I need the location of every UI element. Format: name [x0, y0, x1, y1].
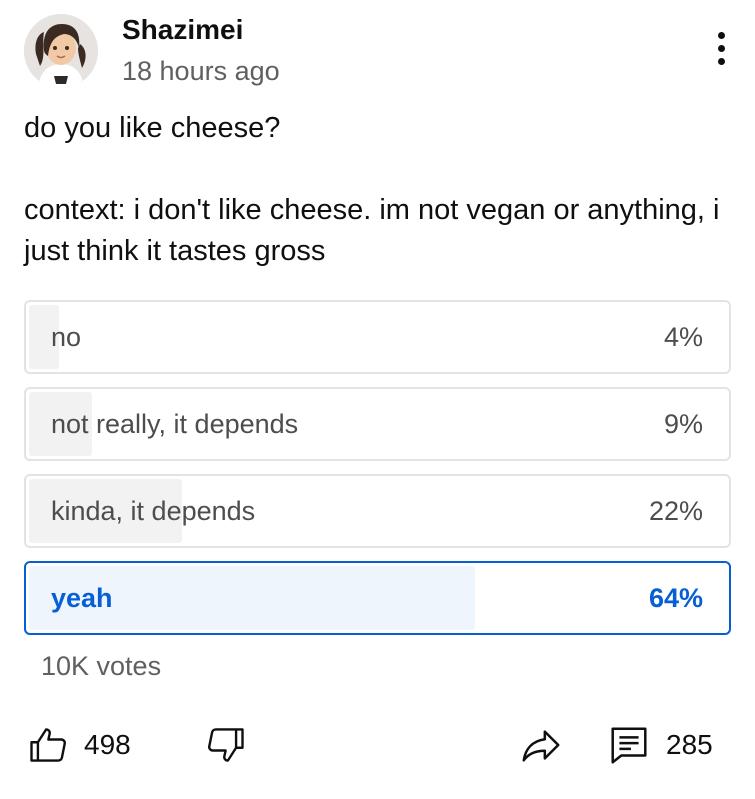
post-question: do you like cheese?: [24, 112, 281, 144]
avatar[interactable]: [24, 14, 98, 88]
poll-option-label: kinda, it depends: [51, 496, 256, 526]
vote-count: 10K votes: [41, 651, 162, 681]
poll-option-percent: 64%: [648, 583, 703, 613]
poll-option-label: no: [51, 322, 82, 352]
like-count: 498: [84, 729, 131, 760]
poll-option[interactable]: yeah 64%: [24, 561, 731, 635]
thumbs-down-icon: [208, 728, 244, 762]
poll-option[interactable]: not really, it depends 9%: [24, 387, 731, 461]
dislike-button[interactable]: [204, 715, 248, 775]
poll-option-percent: 22%: [648, 496, 703, 526]
action-bar: 498 285: [0, 715, 755, 775]
poll: no 4% not really, it depends 9% kinda, i…: [24, 300, 731, 648]
share-icon: [522, 730, 560, 762]
poll-option[interactable]: no 4%: [24, 300, 731, 374]
post-timestamp[interactable]: 18 hours ago: [122, 56, 280, 87]
thumbs-up-icon: [30, 728, 66, 762]
poll-option-percent: 4%: [663, 322, 703, 352]
poll-option-label: not really, it depends: [51, 409, 299, 439]
post-header: Shazimei 18 hours ago: [24, 12, 734, 92]
poll-option[interactable]: kinda, it depends 22%: [24, 474, 731, 548]
avatar-image: [24, 14, 98, 88]
poll-option-percent: 9%: [663, 409, 703, 439]
more-vertical-icon[interactable]: [714, 32, 728, 70]
post-text: do you like cheese? context: i don't lik…: [24, 108, 724, 272]
post-context: context: i don't like cheese. im not veg…: [24, 194, 720, 267]
comment-count: 285: [666, 729, 713, 760]
comment-button[interactable]: 285: [606, 715, 713, 775]
comment-icon: [611, 727, 647, 764]
poll-option-label: yeah: [51, 583, 113, 613]
like-button[interactable]: 498: [26, 715, 131, 775]
share-button[interactable]: [518, 715, 564, 775]
author-name[interactable]: Shazimei: [122, 14, 243, 46]
